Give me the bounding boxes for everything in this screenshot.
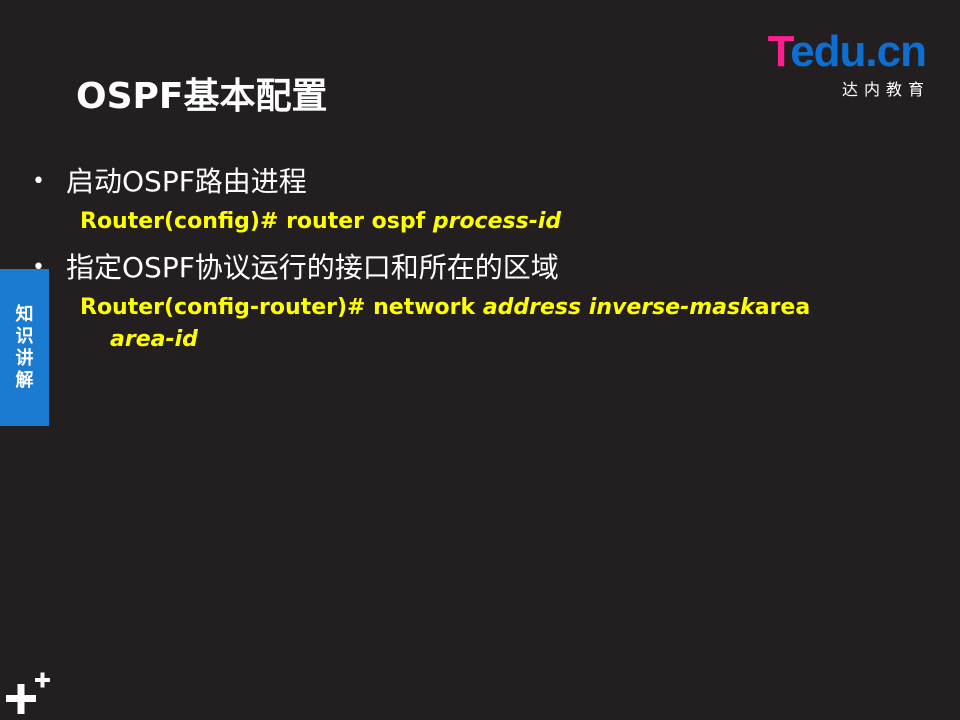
command-param: process-id [432,209,562,234]
logo-mark: Tedu.cn [767,27,927,76]
bullet-dot-icon: • [32,169,45,194]
bullet-text-2: 指定OSPF协议运行的接口和所在的区域 [66,251,559,284]
side-tab-label: 知识讲解 [15,303,34,391]
command-param: area-id [110,327,198,352]
command-line-1: Router(config)# router ospf process-id [80,209,562,234]
bullet-text-1: 启动OSPF路由进程 [66,165,307,198]
command-line-2: Router(config-router)# network address i… [80,295,811,320]
bullet-item-1: • 启动OSPF路由进程 [28,162,307,202]
logo-subtitle: 达内教育 [841,80,930,99]
tedu-logo: Tedu.cn 达内教育 [748,27,927,100]
bullet-dot-icon: • [32,255,45,280]
plus-icon [6,672,50,714]
command-line-3: area-id [110,325,198,355]
slide-title: OSPF基本配置 [76,76,328,117]
side-tab: 知识讲解 [0,269,49,426]
bullet-item-2: • 指定OSPF协议运行的接口和所在的区域 [28,248,559,288]
slide: Tedu.cn 达内教育 OSPF基本配置 知识讲解 • 启动OSPF路由进程 R… [0,0,960,720]
command-param: address inverse-mask [482,295,755,320]
